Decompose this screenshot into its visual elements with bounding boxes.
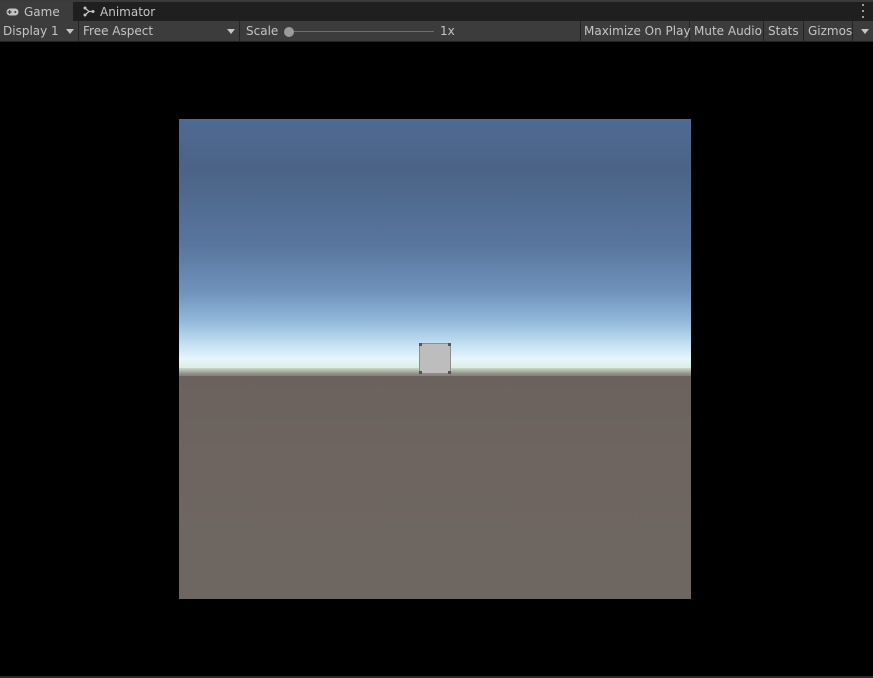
game-view-toolbar: Display 1 Free Aspect Scale 1x Maximize … xyxy=(0,21,873,42)
tab-game-label: Game xyxy=(24,4,60,19)
maximize-on-play-toggle[interactable]: Maximize On Play xyxy=(580,21,691,41)
maximize-on-play-label: Maximize On Play xyxy=(584,24,691,38)
tab-game[interactable]: Game xyxy=(0,2,73,21)
scale-label-text: Scale xyxy=(246,24,279,38)
gizmos-dropdown[interactable] xyxy=(853,21,873,41)
aspect-dropdown[interactable]: Free Aspect xyxy=(80,21,240,41)
cube-corner xyxy=(419,371,422,374)
cube-corner xyxy=(419,343,422,346)
gamepad-icon xyxy=(6,8,19,16)
scale-label: Scale xyxy=(243,21,278,41)
ground-plane xyxy=(179,376,691,599)
mute-audio-label: Mute Audio xyxy=(694,24,762,38)
aspect-dropdown-label: Free Aspect xyxy=(83,24,154,38)
tab-animator-label: Animator xyxy=(100,4,156,19)
animator-icon xyxy=(83,6,95,17)
cube-corner xyxy=(448,371,451,374)
scale-value: 1x xyxy=(437,21,455,41)
more-options-icon[interactable] xyxy=(859,4,867,18)
stats-toggle[interactable]: Stats xyxy=(765,21,804,41)
tab-animator[interactable]: Animator xyxy=(77,2,167,21)
stats-label: Stats xyxy=(768,24,799,38)
cube-object xyxy=(419,343,451,374)
mute-audio-toggle[interactable]: Mute Audio xyxy=(691,21,764,41)
display-dropdown-label: Display 1 xyxy=(3,24,59,38)
game-viewport[interactable] xyxy=(179,119,691,599)
chevron-down-icon xyxy=(66,29,74,34)
gizmos-toggle[interactable]: Gizmos xyxy=(805,21,853,41)
display-dropdown[interactable]: Display 1 xyxy=(0,21,79,41)
chevron-down-icon xyxy=(227,29,235,34)
tab-bar: Game Animator xyxy=(0,0,873,21)
scale-value-text: 1x xyxy=(440,24,455,38)
skybox xyxy=(179,119,691,372)
cube-corner xyxy=(448,343,451,346)
scale-slider-thumb[interactable] xyxy=(284,27,294,37)
gizmos-label: Gizmos xyxy=(808,24,853,38)
chevron-down-icon xyxy=(861,29,869,34)
scale-slider-track[interactable] xyxy=(289,31,434,32)
